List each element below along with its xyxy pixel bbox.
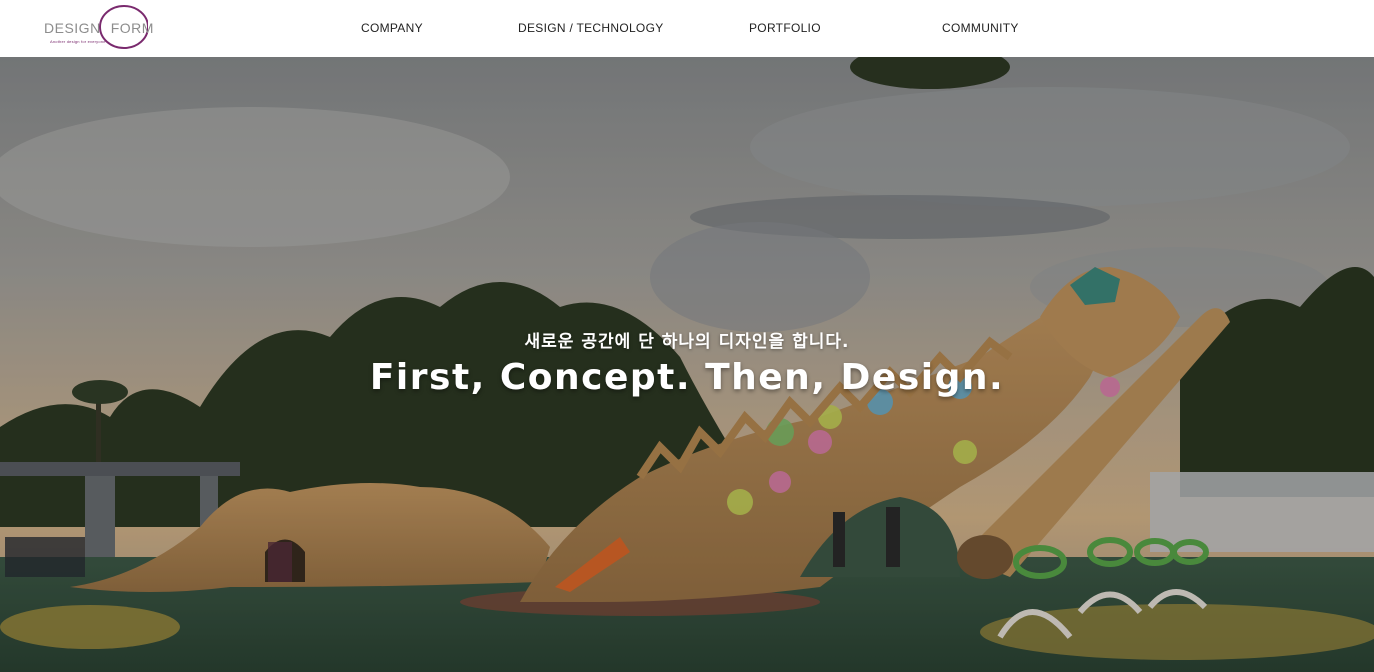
logo-tagline: Another design for everyone xyxy=(50,39,106,44)
hero-banner: 새로운 공간에 단 하나의 디자인을 합니다. First, Concept. … xyxy=(0,57,1374,672)
logo[interactable]: DESIGN FORM Another design for everyone xyxy=(40,3,156,53)
logo-word-form: FORM xyxy=(110,20,154,36)
nav-company[interactable]: COMPANY xyxy=(361,21,423,35)
site-header: DESIGN FORM Another design for everyone C… xyxy=(0,0,1374,57)
logo-word-design: DESIGN xyxy=(44,20,101,36)
hero-title: First, Concept. Then, Design. xyxy=(369,357,1005,398)
nav-design-technology[interactable]: DESIGN / TECHNOLOGY xyxy=(518,21,664,35)
nav-portfolio[interactable]: PORTFOLIO xyxy=(749,21,821,35)
logo-wordmark: DESIGN FORM xyxy=(44,20,154,36)
nav-community[interactable]: COMMUNITY xyxy=(942,21,1019,35)
hero-subtitle: 새로운 공간에 단 하나의 디자인을 합니다. xyxy=(524,332,850,352)
